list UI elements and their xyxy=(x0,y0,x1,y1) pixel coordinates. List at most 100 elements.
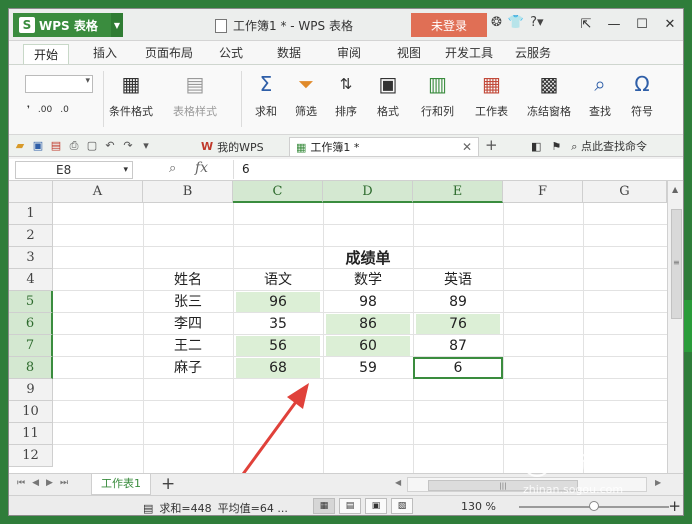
symbol-button[interactable]: Ω 符号 xyxy=(629,71,655,119)
filter-button[interactable]: ⏷ 筛选 xyxy=(293,71,319,119)
tab-my-wps[interactable]: W 我的WPS xyxy=(195,137,270,156)
zoom-formula-icon[interactable]: ⌕ xyxy=(169,161,176,176)
column-header-f[interactable]: F xyxy=(503,181,583,203)
tab-data[interactable]: 数据 xyxy=(277,44,301,64)
zoom-in-icon[interactable]: + xyxy=(668,497,681,515)
tab-cloud[interactable]: 云服务 xyxy=(515,44,551,64)
restore-icon[interactable]: ☐ xyxy=(629,13,655,35)
reading-view-icon[interactable]: ▧ xyxy=(391,498,413,514)
document-list-icon[interactable]: ◧ xyxy=(531,140,541,153)
prev-sheet-icon[interactable]: ◀ xyxy=(32,478,39,488)
cell-c7[interactable]: 56 xyxy=(236,336,320,356)
print-icon[interactable]: ⎙ xyxy=(67,139,81,153)
row-header-9[interactable]: 9 xyxy=(9,379,53,401)
tab-developer[interactable]: 开发工具 xyxy=(445,44,493,64)
row-header-6[interactable]: 6 xyxy=(9,313,53,335)
decrease-decimal-icon[interactable]: .0 xyxy=(60,105,69,115)
font-size-combo[interactable] xyxy=(25,75,93,93)
export-pdf-icon[interactable]: ▤ xyxy=(49,139,63,153)
vertical-scroll-thumb[interactable]: ≡ xyxy=(671,209,682,319)
flag-icon[interactable]: ⚑ xyxy=(551,140,561,153)
zoom-slider-knob[interactable] xyxy=(589,501,599,511)
zoom-level[interactable]: 130 % xyxy=(461,500,496,513)
skin-icon[interactable]: ❂ xyxy=(491,15,502,30)
sort-button[interactable]: ⇅ 排序 xyxy=(333,71,359,119)
row-header-11[interactable]: 11 xyxy=(9,423,53,445)
row-header-2[interactable]: 2 xyxy=(9,225,53,247)
command-search[interactable]: ⌕ 点此查找命令 xyxy=(571,138,647,154)
row-header-4[interactable]: 4 xyxy=(9,269,53,291)
row-column-button[interactable]: ▥ 行和列 xyxy=(421,71,454,119)
column-header-b[interactable]: B xyxy=(143,181,233,203)
name-box[interactable]: E8 xyxy=(15,161,133,179)
find-button[interactable]: ⌕ 查找 xyxy=(587,71,613,119)
header-name[interactable]: 姓名 xyxy=(143,269,233,291)
shirt-icon[interactable]: 👕 xyxy=(508,15,524,30)
column-header-a[interactable]: A xyxy=(53,181,143,203)
row-header-1[interactable]: 1 xyxy=(9,203,53,225)
sheet-tab[interactable]: 工作表1 xyxy=(91,474,151,495)
format-button[interactable]: ▣ 格式 xyxy=(375,71,401,119)
header-chinese[interactable]: 语文 xyxy=(233,269,323,291)
worksheet-button[interactable]: ▦ 工作表 xyxy=(475,71,508,119)
add-sheet-icon[interactable]: + xyxy=(161,474,175,494)
row-header-3[interactable]: 3 xyxy=(9,247,53,269)
login-button[interactable]: 未登录 xyxy=(411,13,487,37)
tab-formula[interactable]: 公式 xyxy=(219,44,243,64)
sheet-title[interactable]: 成绩单 xyxy=(233,247,503,269)
scroll-right-icon[interactable]: ▶ xyxy=(655,478,661,487)
worksheet-grid[interactable]: A B C D E F G 1 2 3 4 5 6 7 8 9 10 11 12 xyxy=(9,181,683,473)
page-break-view-icon[interactable]: ▤ xyxy=(339,498,361,514)
formula-input[interactable]: 6 xyxy=(233,160,679,179)
help-icon[interactable]: ?▾ xyxy=(530,15,543,30)
cell-e7[interactable]: 87 xyxy=(413,335,503,357)
cell-e5[interactable]: 89 xyxy=(413,291,503,313)
row-header-12[interactable]: 12 xyxy=(9,445,53,467)
tab-review[interactable]: 审阅 xyxy=(337,44,361,64)
first-sheet-icon[interactable]: ⏮ xyxy=(17,478,25,488)
page-layout-view-icon[interactable]: ▣ xyxy=(365,498,387,514)
next-sheet-icon[interactable]: ▶ xyxy=(46,478,53,488)
fx-icon[interactable]: fx xyxy=(195,160,208,176)
scroll-left-icon[interactable]: ◀ xyxy=(395,478,401,487)
vertical-scrollbar[interactable]: ▲ ≡ xyxy=(667,181,683,473)
close-icon[interactable]: ✕ xyxy=(657,13,683,35)
row-header-10[interactable]: 10 xyxy=(9,401,53,423)
cell-c5[interactable]: 96 xyxy=(236,292,320,312)
cell-d6[interactable]: 86 xyxy=(326,314,410,334)
close-tab-icon[interactable]: ✕ xyxy=(462,140,472,154)
print-preview-icon[interactable]: ▢ xyxy=(85,139,99,153)
cell-d5[interactable]: 98 xyxy=(323,291,413,313)
cell-c8[interactable]: 68 xyxy=(236,358,320,378)
horizontal-scroll-thumb[interactable]: ||| xyxy=(428,480,578,491)
tab-workbook[interactable]: ▦ 工作簿1 * ✕ xyxy=(289,137,479,156)
cell-c6[interactable]: 35 xyxy=(233,313,323,335)
sum-button[interactable]: Σ 求和 xyxy=(253,71,279,119)
new-tab-icon[interactable]: + xyxy=(485,136,498,154)
row-header-7[interactable]: 7 xyxy=(9,335,53,357)
header-english[interactable]: 英语 xyxy=(413,269,503,291)
chevron-down-icon[interactable]: ▼ xyxy=(111,13,123,37)
column-header-g[interactable]: G xyxy=(583,181,667,203)
cell-b6[interactable]: 李四 xyxy=(143,313,233,335)
cell-d7[interactable]: 60 xyxy=(326,336,410,356)
app-menu-button[interactable]: S WPS 表格 ▼ xyxy=(13,13,123,37)
tab-page-layout[interactable]: 页面布局 xyxy=(145,44,193,64)
cell-b7[interactable]: 王二 xyxy=(143,335,233,357)
select-all-corner[interactable] xyxy=(9,181,53,203)
zoom-slider[interactable] xyxy=(519,501,669,511)
last-sheet-icon[interactable]: ⏭ xyxy=(60,478,68,488)
row-header-5[interactable]: 5 xyxy=(9,291,53,313)
column-header-e[interactable]: E xyxy=(413,181,503,203)
horizontal-scroll-track[interactable]: ||| xyxy=(407,477,647,492)
cell-e6[interactable]: 76 xyxy=(416,314,500,334)
cell-b5[interactable]: 张三 xyxy=(143,291,233,313)
minimize-icon[interactable]: — xyxy=(601,13,627,35)
redo-icon[interactable]: ↷ xyxy=(121,139,135,153)
cell-d8[interactable]: 59 xyxy=(323,357,413,379)
tab-insert[interactable]: 插入 xyxy=(93,44,117,64)
scroll-up-icon[interactable]: ▲ xyxy=(672,185,678,194)
tab-view[interactable]: 视图 xyxy=(397,44,421,64)
column-header-c[interactable]: C xyxy=(233,181,323,203)
conditional-format-button[interactable]: ▦ 条件格式 xyxy=(109,71,153,119)
